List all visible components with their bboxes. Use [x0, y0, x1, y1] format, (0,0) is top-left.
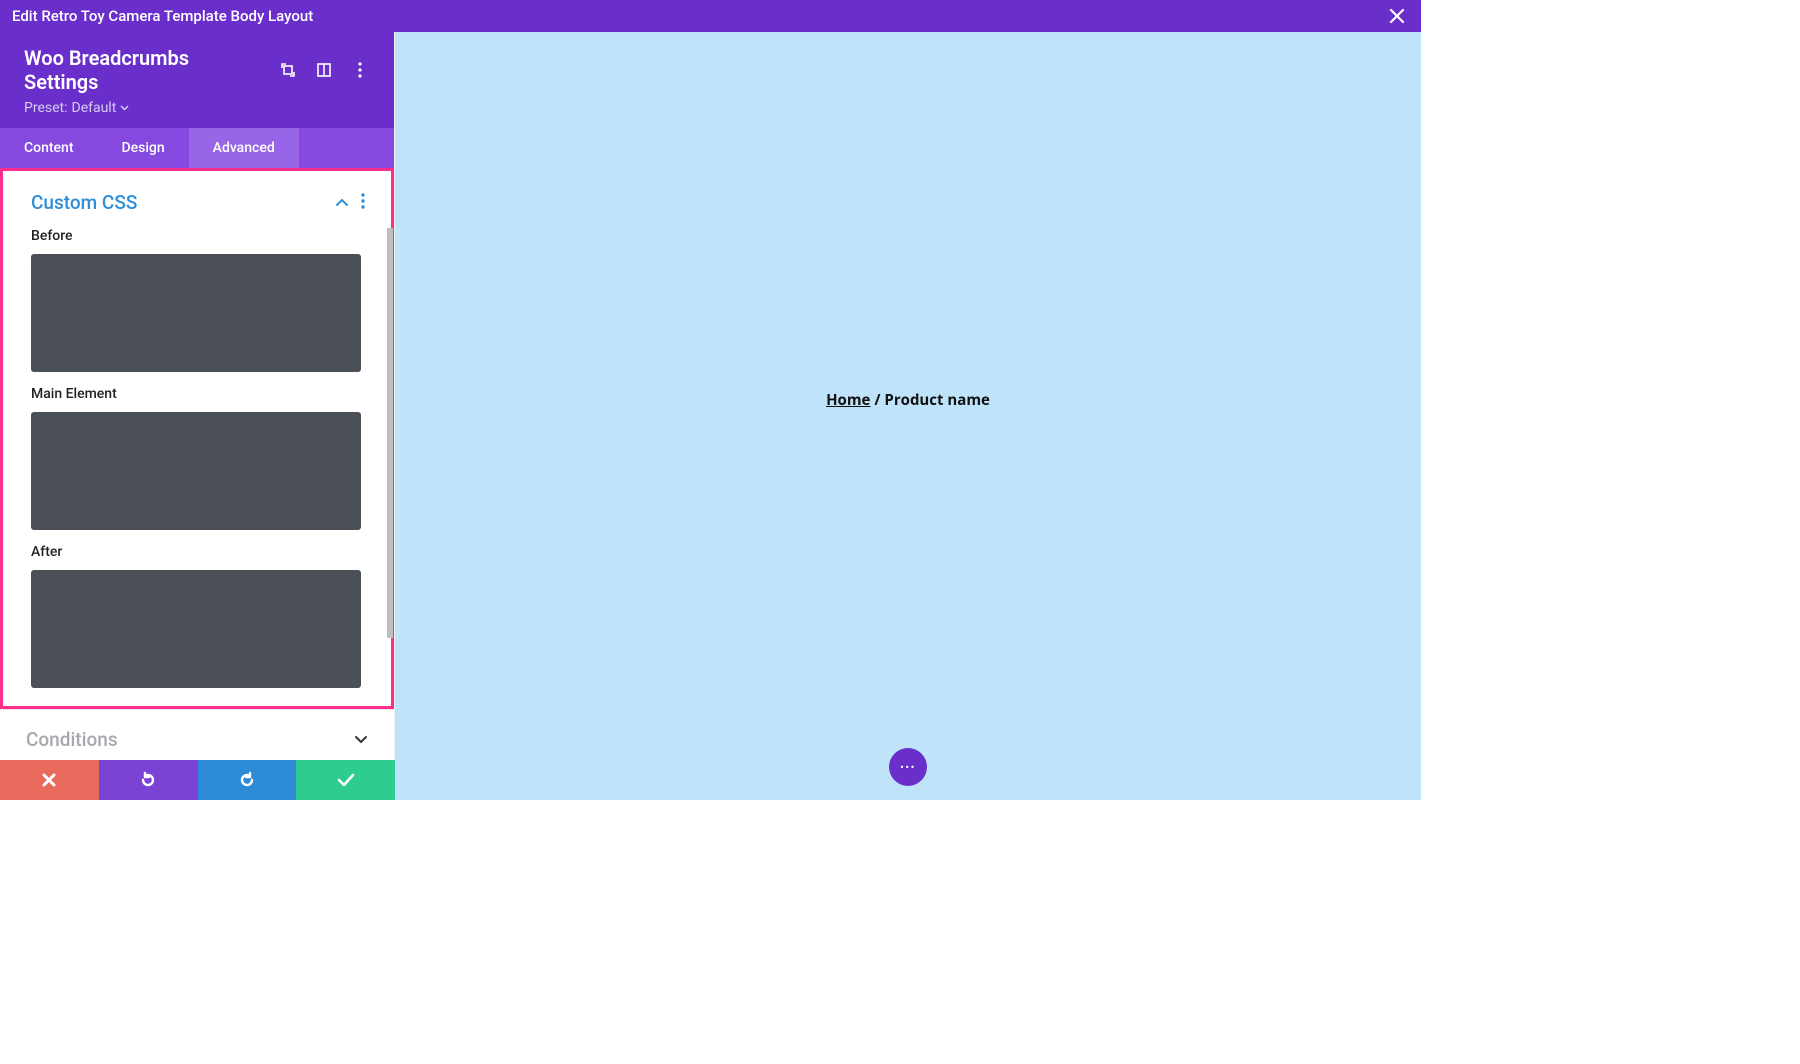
section-title-conditions: Conditions — [26, 728, 354, 751]
preset-selector[interactable]: Preset: Default — [24, 100, 374, 116]
css-input-main-element[interactable] — [31, 412, 361, 530]
label-after: After — [31, 544, 365, 560]
scrollbar[interactable] — [387, 228, 393, 638]
css-input-before[interactable] — [31, 254, 361, 372]
breadcrumb-product: Product name — [884, 390, 990, 410]
undo-button[interactable] — [99, 760, 198, 800]
tab-content[interactable]: Content — [0, 128, 98, 168]
expand-icon[interactable] — [274, 56, 302, 84]
redo-button[interactable] — [198, 760, 297, 800]
css-input-after[interactable] — [31, 570, 361, 688]
preset-value: Default — [72, 100, 117, 116]
preview-canvas: Home / Product name ••• — [395, 32, 1421, 800]
label-before: Before — [31, 228, 365, 244]
close-icon[interactable] — [1385, 4, 1409, 28]
chevron-up-icon[interactable] — [335, 193, 349, 212]
chevron-down-icon[interactable] — [354, 730, 368, 749]
section-kebab-icon[interactable] — [361, 193, 365, 213]
section-custom-css: Custom CSS Before Main Element After — [3, 171, 391, 706]
section-title-custom-css[interactable]: Custom CSS — [31, 191, 323, 214]
save-button[interactable] — [296, 760, 395, 800]
preset-prefix: Preset: — [24, 100, 68, 116]
ellipsis-icon: ••• — [900, 761, 916, 774]
fab-more-button[interactable]: ••• — [889, 748, 927, 786]
settings-header: Woo Breadcrumbs Settings Preset: Default — [0, 32, 394, 128]
responsive-icon[interactable] — [310, 56, 338, 84]
breadcrumb-home-link[interactable]: Home — [826, 390, 870, 410]
cancel-button[interactable] — [0, 760, 99, 800]
settings-title: Woo Breadcrumbs Settings — [24, 46, 266, 94]
tab-design[interactable]: Design — [98, 128, 189, 168]
breadcrumb-separator: / — [870, 390, 884, 410]
chevron-down-icon — [120, 105, 129, 111]
bottom-action-bar — [0, 760, 395, 800]
tab-advanced[interactable]: Advanced — [189, 128, 299, 168]
highlighted-section-custom-css: Custom CSS Before Main Element After — [0, 168, 394, 709]
kebab-menu-icon[interactable] — [346, 56, 374, 84]
tabs: Content Design Advanced — [0, 128, 394, 168]
breadcrumb: Home / Product name — [826, 390, 990, 410]
window-title: Edit Retro Toy Camera Template Body Layo… — [12, 7, 313, 25]
label-main-element: Main Element — [31, 386, 365, 402]
